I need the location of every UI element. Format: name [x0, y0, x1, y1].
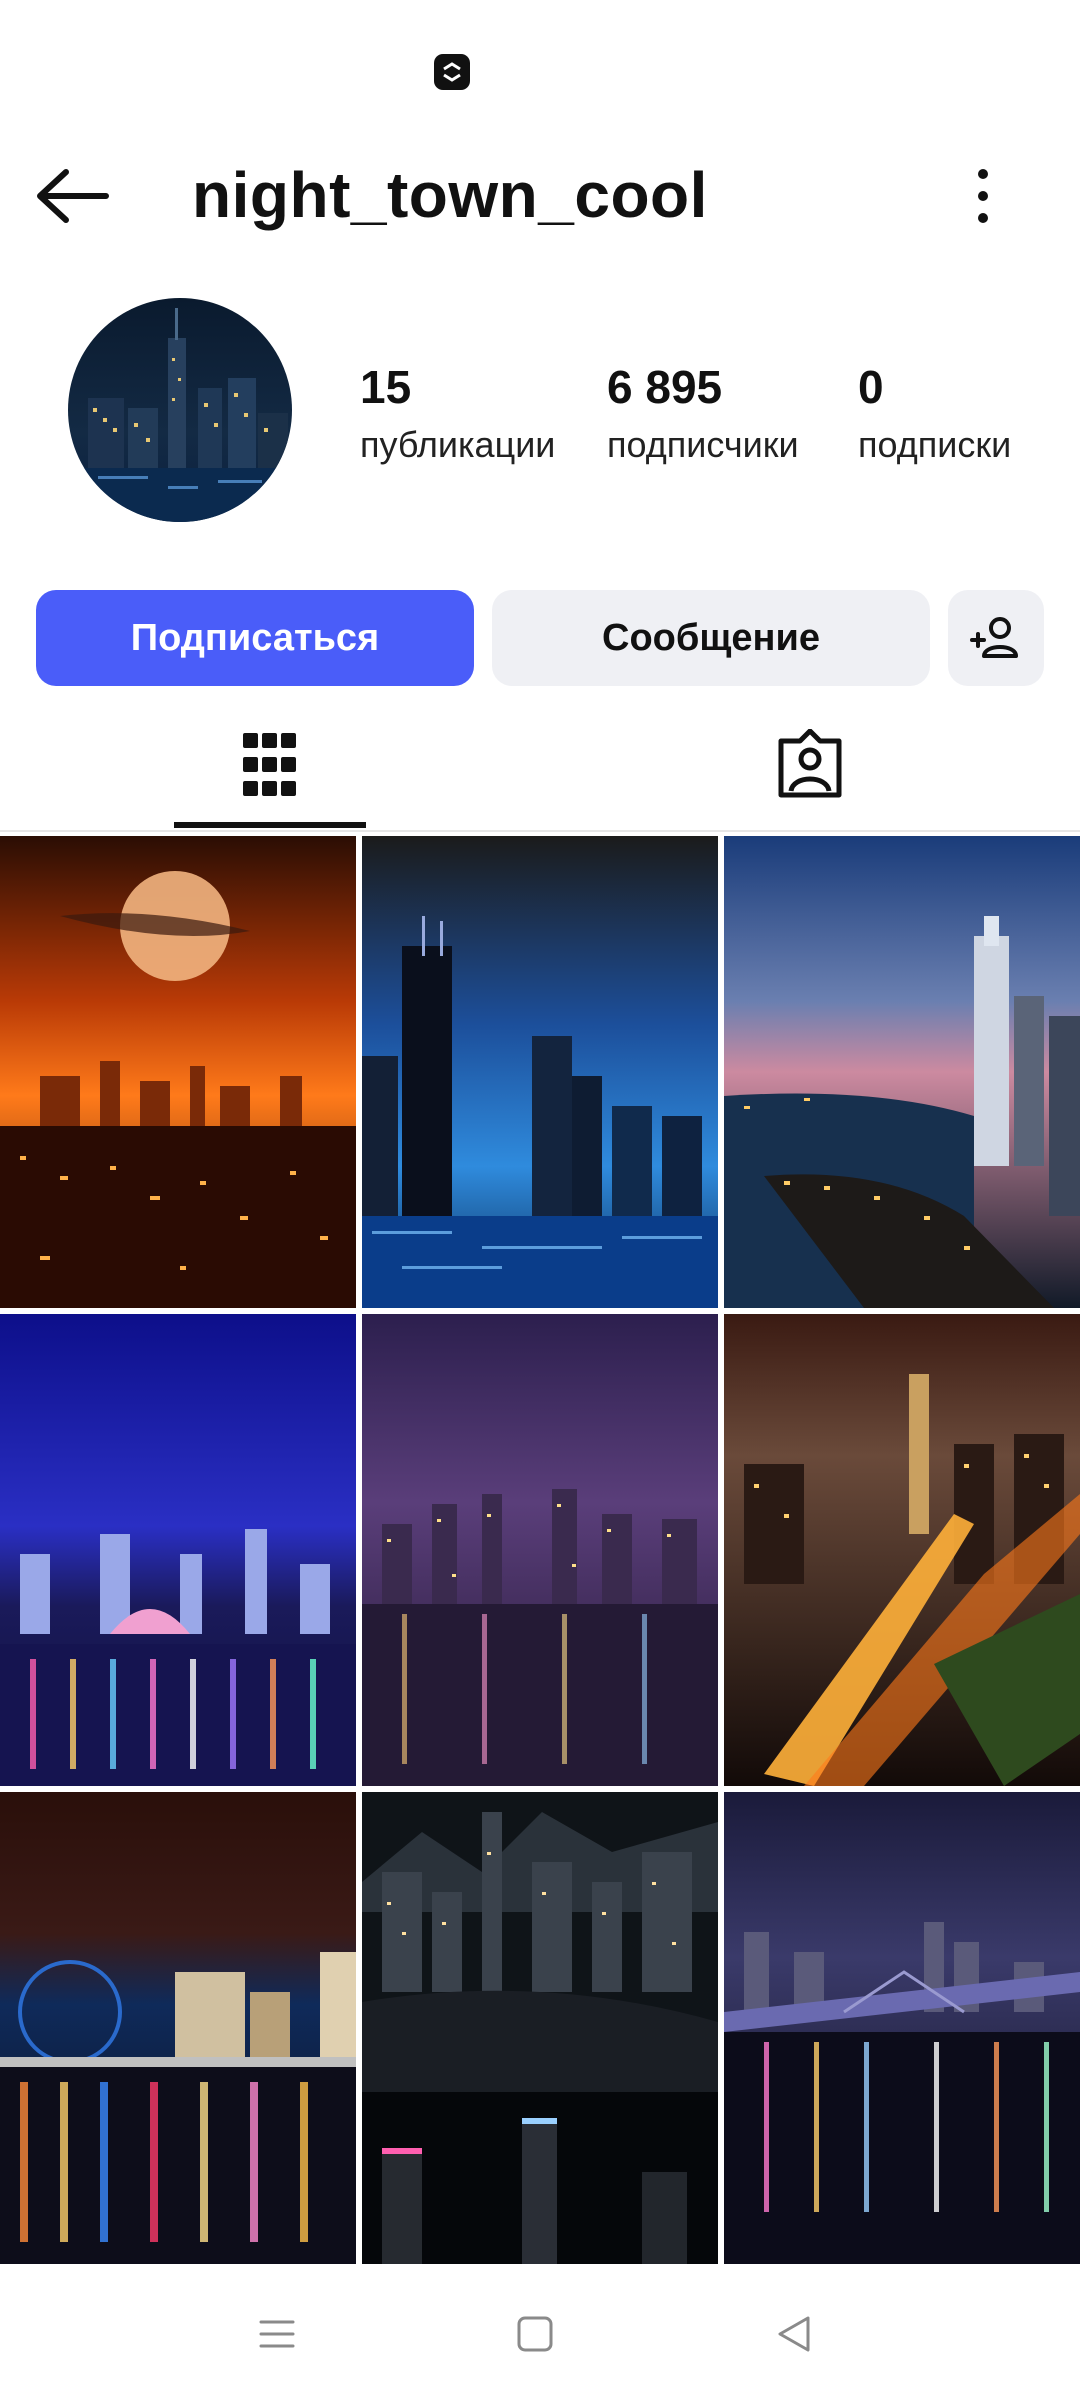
suggest-users-button[interactable] — [948, 590, 1044, 686]
status-bar — [0, 0, 1080, 140]
profile-tabs — [0, 700, 1080, 832]
post-thumbnail[interactable] — [0, 1792, 356, 2264]
home-button[interactable] — [505, 2304, 565, 2364]
active-tab-indicator — [174, 822, 366, 828]
profile-username: night_town_cool — [192, 159, 708, 231]
tab-tagged[interactable] — [714, 700, 906, 830]
stat-following[interactable]: 0 подписки — [858, 360, 1011, 466]
profile-header: night_town_cool — [0, 140, 1080, 250]
message-button[interactable]: Сообщение — [492, 590, 930, 686]
stat-followers-count: 6 895 — [607, 361, 723, 413]
post-thumbnail[interactable] — [0, 1314, 356, 1786]
app-notification-icon — [434, 54, 470, 90]
stat-following-label: подписки — [858, 424, 1012, 465]
grid-icon — [243, 733, 296, 796]
system-navigation-bar — [0, 2268, 1080, 2400]
post-thumbnail[interactable] — [724, 1314, 1080, 1786]
post-thumbnail[interactable] — [362, 1792, 718, 2264]
arrow-left-icon — [37, 169, 109, 223]
back-button[interactable] — [26, 160, 122, 232]
tab-posts-grid[interactable] — [174, 700, 366, 830]
menu-icon — [259, 2320, 295, 2348]
post-thumbnail[interactable] — [362, 836, 718, 1308]
post-thumbnail[interactable] — [0, 836, 356, 1308]
add-person-icon — [970, 617, 1018, 658]
home-square-icon — [517, 2316, 553, 2352]
more-options-button[interactable] — [950, 160, 1016, 232]
back-triangle-icon — [778, 2316, 810, 2352]
post-thumbnail[interactable] — [362, 1314, 718, 1786]
stat-following-count: 0 — [858, 361, 884, 413]
stat-followers-label: подписчики — [607, 424, 799, 465]
stat-posts-label: публикации — [360, 424, 556, 465]
more-vertical-icon — [978, 169, 988, 223]
back-nav-button[interactable] — [764, 2304, 824, 2364]
stat-posts[interactable]: 15 публикации — [360, 360, 555, 466]
post-thumbnail[interactable] — [724, 836, 1080, 1308]
stat-posts-count: 15 — [360, 361, 412, 413]
recent-apps-button[interactable] — [247, 2304, 307, 2364]
posts-grid — [0, 836, 1080, 2268]
profile-avatar[interactable] — [68, 298, 292, 522]
follow-button[interactable]: Подписаться — [36, 590, 474, 686]
tagged-person-icon — [778, 729, 842, 798]
post-thumbnail[interactable] — [724, 1792, 1080, 2264]
stat-followers[interactable]: 6 895 подписчики — [607, 360, 799, 466]
